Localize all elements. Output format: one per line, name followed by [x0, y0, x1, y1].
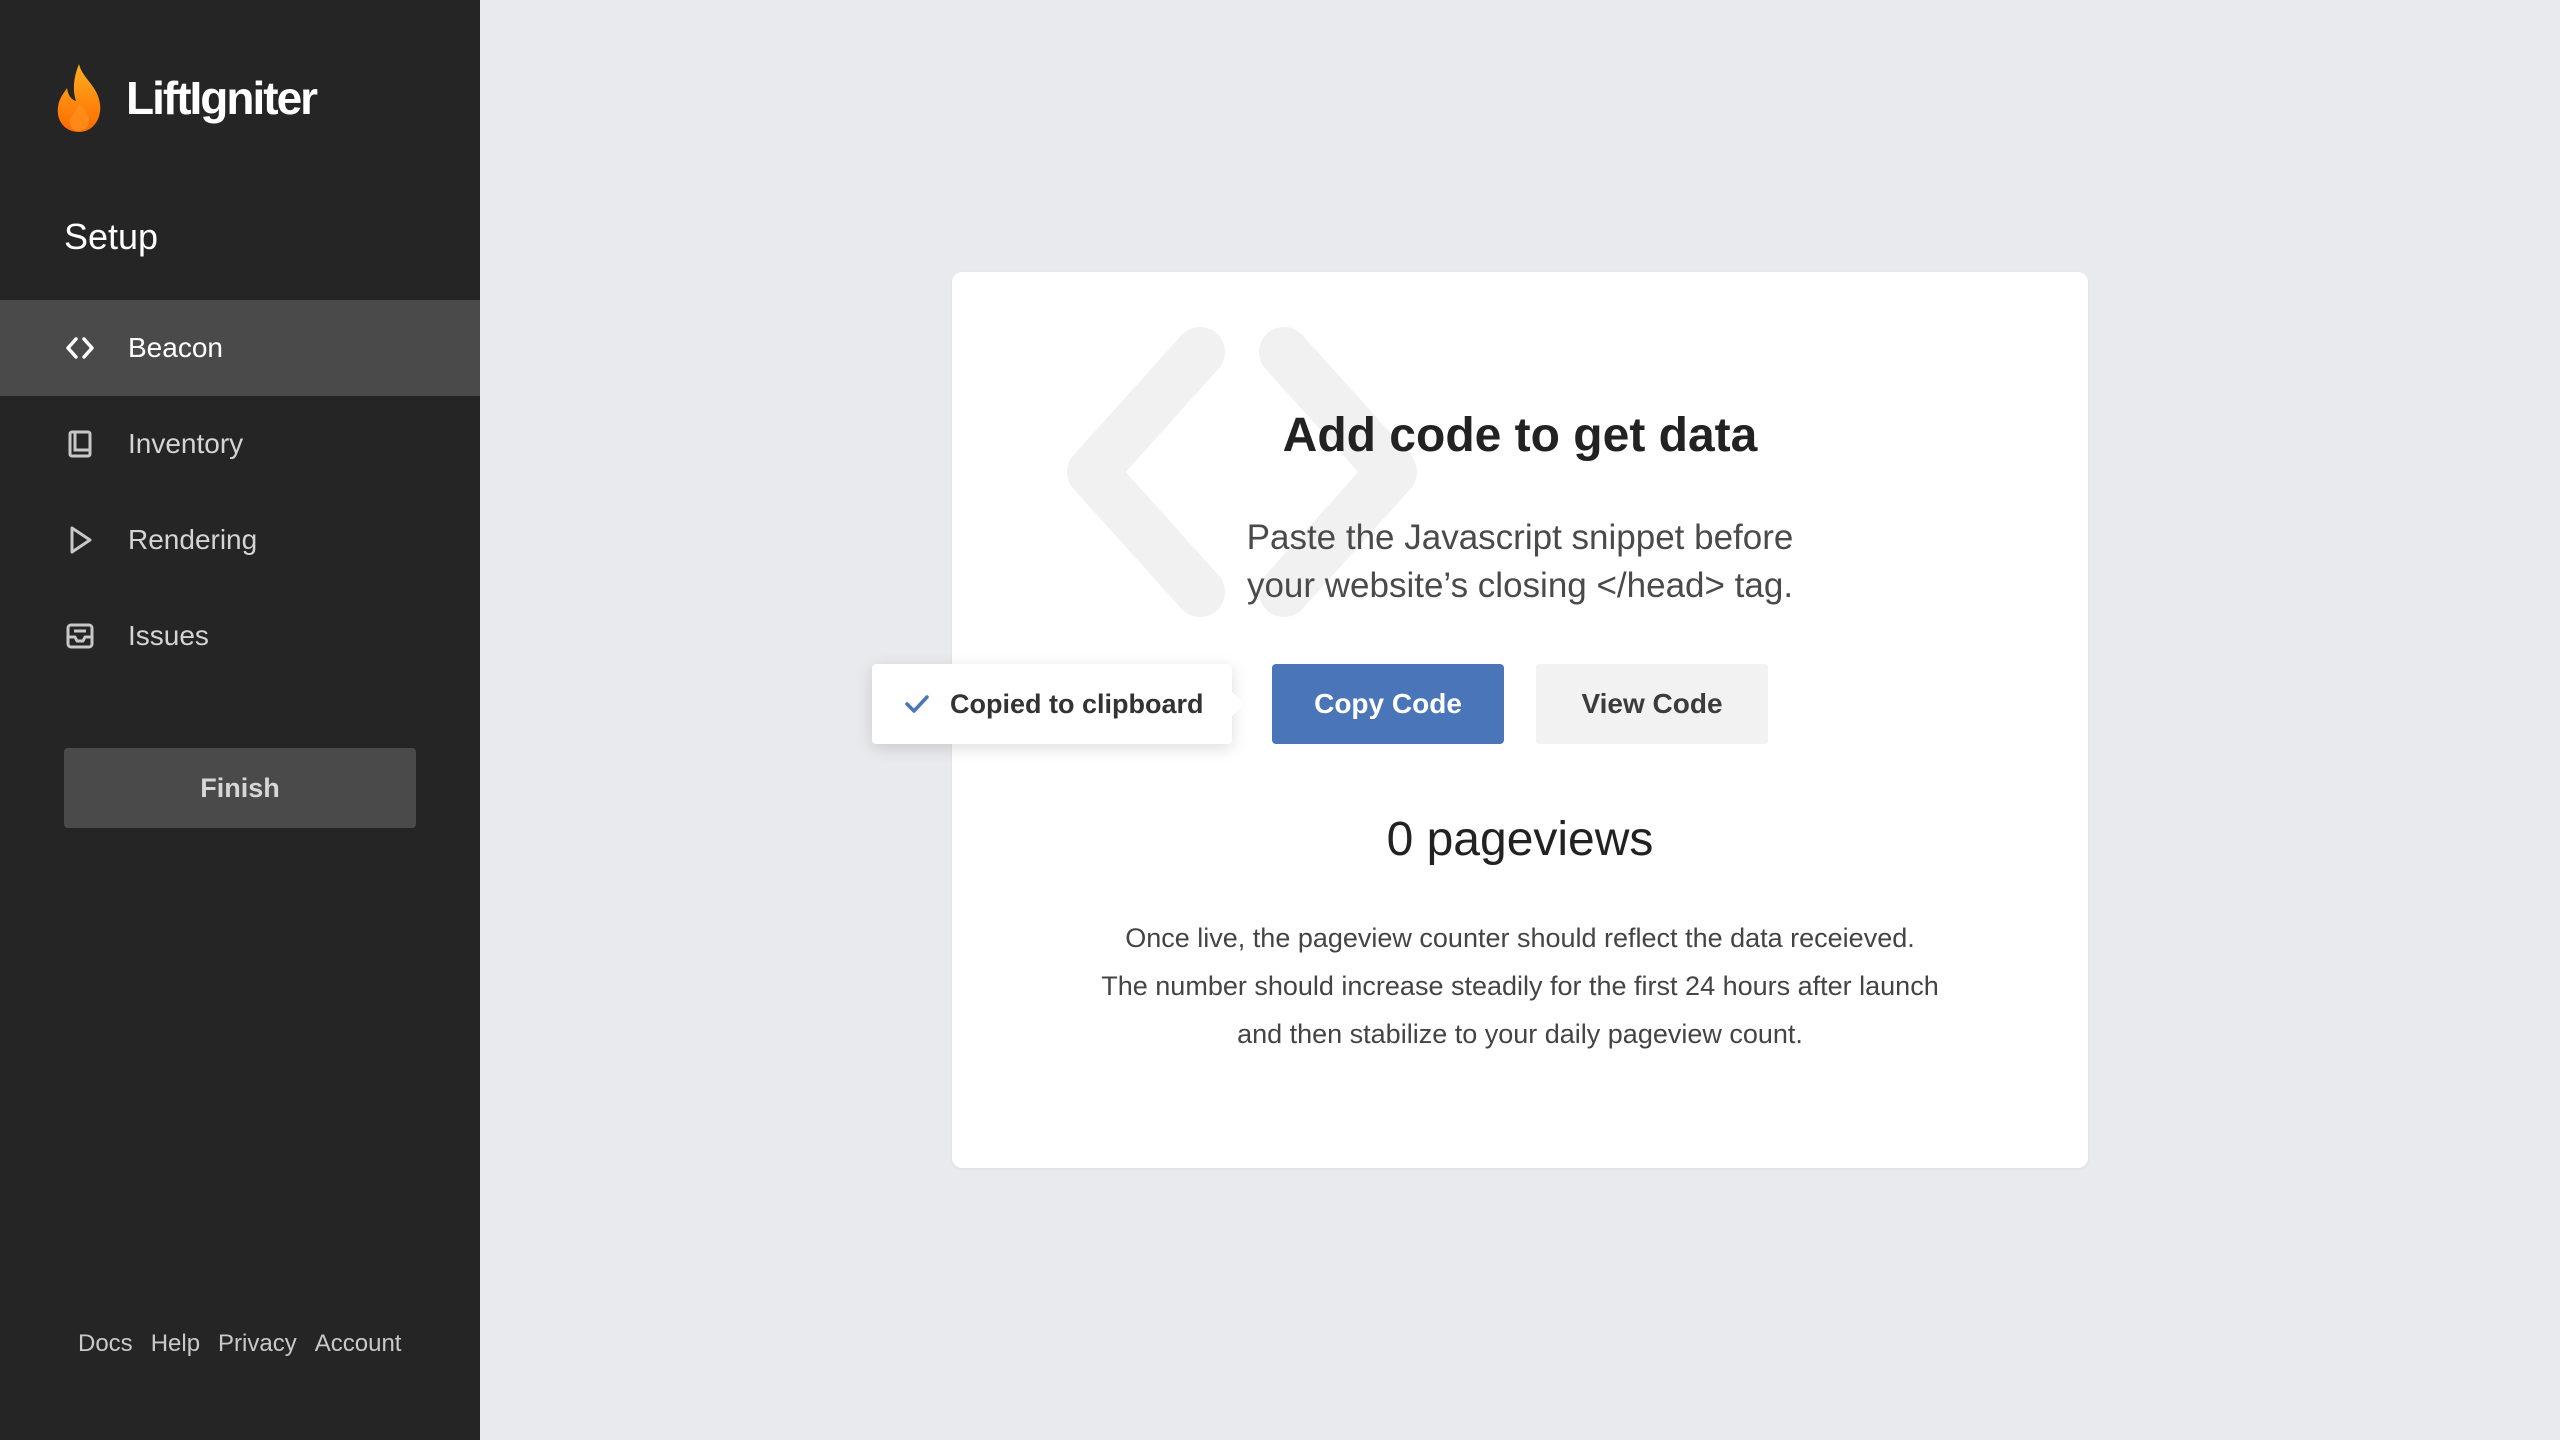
- footer-link-help[interactable]: Help: [151, 1330, 200, 1358]
- card-note-line: and then stabilize to your daily pagevie…: [1237, 1019, 1803, 1049]
- pageviews-counter: 0 pageviews: [1386, 813, 1654, 866]
- card-subtitle: Paste the Javascript snippet before your…: [952, 514, 2088, 610]
- finish-button[interactable]: Finish: [64, 748, 416, 828]
- logo-text: LiftIgniter: [126, 72, 318, 124]
- logo[interactable]: LiftIgniter: [52, 62, 318, 134]
- sidebar-item-inventory[interactable]: Inventory: [0, 396, 480, 492]
- play-icon: [64, 524, 96, 556]
- card-subtitle-line: your website’s closing </head> tag.: [1246, 566, 1794, 605]
- card-title: Add code to get data: [1282, 409, 1758, 462]
- footer-link-privacy[interactable]: Privacy: [218, 1330, 297, 1358]
- flame-icon: [57, 64, 101, 132]
- sidebar-item-label: Inventory: [128, 428, 244, 459]
- checkmark-icon: [905, 695, 929, 713]
- tooltip-text: Copied to clipboard: [950, 688, 1204, 719]
- card-note: Once live, the pageview counter should r…: [952, 914, 2088, 1058]
- copy-code-button[interactable]: Copy Code: [1272, 664, 1504, 744]
- view-code-button[interactable]: View Code: [1536, 664, 1768, 744]
- footer-link-docs[interactable]: Docs: [78, 1330, 133, 1358]
- footer-link-account[interactable]: Account: [315, 1330, 402, 1358]
- sidebar-item-issues[interactable]: Issues: [0, 588, 480, 684]
- inbox-icon: [64, 620, 96, 652]
- card-note-line: Once live, the pageview counter should r…: [1125, 923, 1915, 953]
- sidebar-item-label: Beacon: [128, 332, 223, 363]
- sidebar-nav: Beacon Inventory Rendering Issues: [0, 300, 480, 684]
- sidebar-item-rendering[interactable]: Rendering: [0, 492, 480, 588]
- sidebar-item-label: Rendering: [128, 524, 258, 555]
- sidebar: LiftIgniter Setup Beacon Inventory Rende…: [0, 0, 480, 1440]
- sidebar-item-beacon[interactable]: Beacon: [0, 300, 480, 396]
- footer-links: Docs Help Privacy Account: [78, 1330, 401, 1358]
- copied-tooltip: Copied to clipboard: [872, 664, 1244, 744]
- code-brackets-icon: [64, 332, 96, 364]
- section-title: Setup: [64, 216, 159, 257]
- sidebar-item-label: Issues: [128, 620, 209, 651]
- book-icon: [64, 428, 96, 460]
- card-note-line: The number should increase steadily for …: [1101, 971, 1939, 1001]
- card-subtitle-line: Paste the Javascript snippet before: [1246, 518, 1794, 557]
